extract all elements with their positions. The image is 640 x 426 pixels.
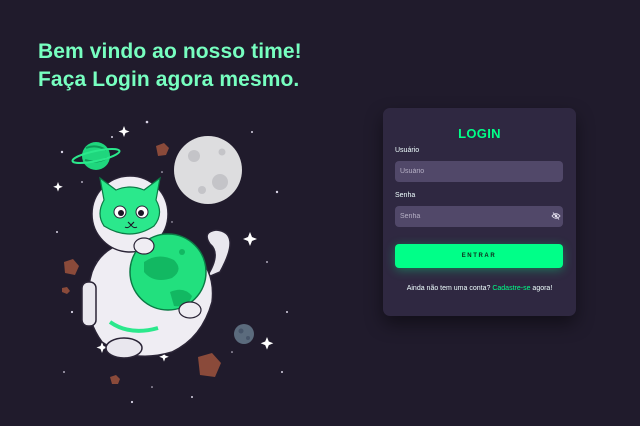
username-label: Usuário bbox=[395, 147, 420, 154]
dark-planet bbox=[234, 324, 254, 344]
ringed-planet bbox=[71, 142, 121, 170]
eye-slash-icon[interactable] bbox=[551, 211, 561, 221]
login-card: LOGIN Usuário Senha ENTRAR Ainda não tem… bbox=[383, 108, 576, 316]
signup-link[interactable]: Cadastre-se bbox=[492, 285, 530, 292]
moon bbox=[174, 136, 242, 204]
password-input[interactable] bbox=[395, 206, 563, 227]
password-label: Senha bbox=[395, 192, 416, 199]
username-input[interactable] bbox=[395, 161, 563, 182]
signup-suffix: agora! bbox=[532, 285, 553, 292]
astronaut-cat-illustration bbox=[53, 120, 288, 404]
signup-line: Ainda não tem uma conta? Cadastre-se ago… bbox=[383, 285, 576, 292]
signup-prompt: Ainda não tem uma conta? bbox=[406, 285, 491, 292]
welcome-line-2: Faça Login agora mesmo. bbox=[38, 68, 300, 91]
welcome-headline: Bem vindo ao nosso time! Faça Login agor… bbox=[38, 38, 302, 94]
login-page: Bem vindo ao nosso time! Faça Login agor… bbox=[0, 0, 640, 426]
login-title: LOGIN bbox=[458, 126, 501, 141]
login-submit-button[interactable]: ENTRAR bbox=[395, 244, 563, 268]
welcome-line-1: Bem vindo ao nosso time! bbox=[38, 40, 302, 63]
